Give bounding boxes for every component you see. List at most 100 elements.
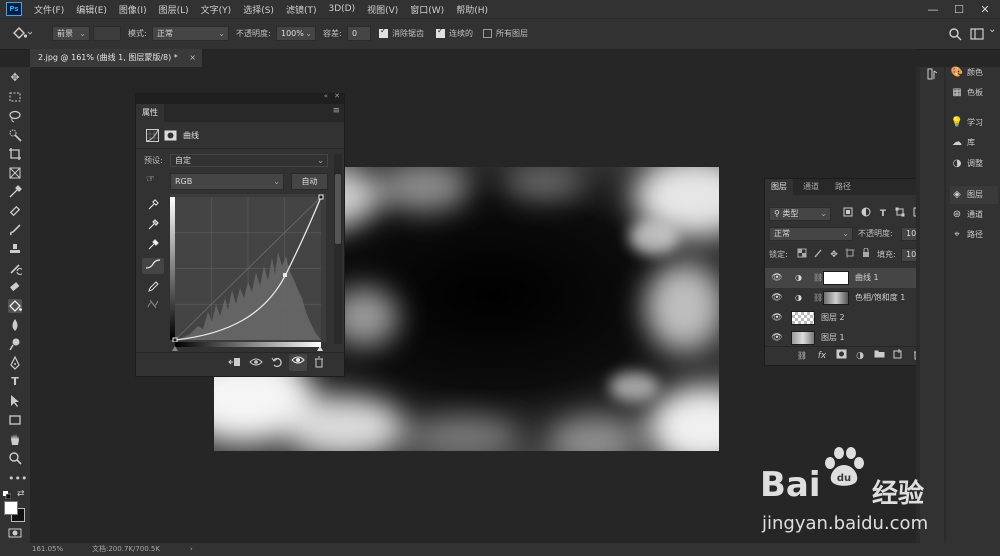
new-layer-icon[interactable] bbox=[891, 349, 905, 363]
foreground-color-swatch[interactable] bbox=[4, 501, 18, 515]
smooth-curve-icon[interactable] bbox=[146, 298, 160, 312]
pattern-picker[interactable] bbox=[93, 26, 121, 41]
history-brush-tool-icon[interactable] bbox=[8, 261, 24, 275]
close-tab-icon[interactable]: × bbox=[189, 49, 196, 67]
paint-bucket-icon[interactable] bbox=[10, 26, 33, 41]
layer-style-icon[interactable]: fx bbox=[815, 349, 829, 363]
menu-3d[interactable]: 3D(D) bbox=[322, 4, 361, 14]
panel-button-learn[interactable]: 💡 学习 bbox=[950, 114, 998, 132]
eraser-tool-icon[interactable] bbox=[8, 280, 22, 294]
lock-all-icon[interactable] bbox=[859, 247, 873, 262]
menu-edit[interactable]: 编辑(E) bbox=[70, 3, 113, 16]
pen-tool-icon[interactable] bbox=[8, 355, 22, 370]
filter-type-icon[interactable]: T bbox=[876, 207, 890, 221]
status-menu-arrow[interactable]: › bbox=[190, 543, 193, 556]
targeted-adjustment-icon[interactable]: ☞ bbox=[146, 174, 160, 188]
sample-black-point-icon[interactable] bbox=[146, 198, 160, 212]
blend-mode-select[interactable]: 正常 ⌄ bbox=[769, 227, 853, 241]
layer-thumbnail[interactable] bbox=[791, 311, 815, 325]
opacity-input[interactable]: 100% ⌄ bbox=[276, 26, 316, 41]
workspace-icon[interactable] bbox=[970, 27, 984, 41]
menu-select[interactable]: 选择(S) bbox=[237, 3, 280, 16]
layer-row[interactable]: 👁 ◑ ⛓ 色相/饱和度 1 bbox=[765, 288, 935, 308]
move-tool-icon[interactable]: ✥ bbox=[8, 71, 22, 85]
clone-stamp-tool-icon[interactable] bbox=[8, 242, 22, 256]
new-adjustment-layer-icon[interactable]: ◑ bbox=[853, 349, 867, 363]
menu-window[interactable]: 窗口(W) bbox=[404, 3, 450, 16]
black-input-slider[interactable] bbox=[172, 346, 178, 351]
lock-position-icon[interactable]: ✥ bbox=[827, 248, 841, 262]
draw-curve-pencil-icon[interactable] bbox=[146, 280, 160, 294]
mask-icon[interactable] bbox=[164, 129, 177, 142]
layer-mask-thumbnail[interactable] bbox=[823, 271, 849, 285]
menu-file[interactable]: 文件(F) bbox=[28, 3, 70, 16]
search-icon[interactable] bbox=[948, 27, 962, 41]
tab-layers[interactable]: 图层 bbox=[765, 179, 793, 195]
layer-filter-select[interactable]: ⚲ 类型 ⌄ bbox=[769, 207, 831, 221]
frame-tool-icon[interactable] bbox=[8, 166, 22, 180]
quick-mask-icon[interactable] bbox=[8, 528, 22, 538]
fill-source-select[interactable]: 前景 ⌄ bbox=[52, 26, 90, 41]
new-group-icon[interactable] bbox=[872, 349, 886, 363]
sample-gray-point-icon[interactable] bbox=[146, 218, 160, 232]
panel-button-paths[interactable]: ⌖ 路径 bbox=[950, 226, 998, 244]
channel-select[interactable]: RGB ⌄ bbox=[170, 173, 284, 190]
visibility-eye-icon[interactable]: 👁 bbox=[771, 288, 783, 308]
toggle-visibility-icon[interactable] bbox=[289, 354, 307, 371]
chevron-down-icon[interactable]: ⌄ bbox=[988, 24, 998, 42]
layer-thumbnail[interactable] bbox=[791, 331, 815, 345]
zoom-tool-icon[interactable] bbox=[8, 451, 22, 465]
type-tool-icon[interactable]: T bbox=[8, 375, 22, 389]
properties-panel-grip[interactable]: « ✕ bbox=[136, 92, 344, 104]
visibility-eye-icon[interactable]: 👁 bbox=[771, 268, 783, 288]
brush-tool-icon[interactable] bbox=[8, 223, 22, 237]
dodge-tool-icon[interactable] bbox=[8, 337, 22, 351]
path-selection-tool-icon[interactable] bbox=[8, 394, 22, 408]
visibility-eye-icon[interactable]: 👁 bbox=[771, 308, 783, 328]
sample-white-point-icon[interactable] bbox=[146, 238, 160, 252]
collapse-panel-icon[interactable]: « bbox=[324, 92, 328, 100]
menu-help[interactable]: 帮助(H) bbox=[450, 3, 494, 16]
default-colors-icon[interactable] bbox=[3, 491, 12, 500]
blur-tool-icon[interactable] bbox=[8, 318, 22, 332]
properties-scrollbar[interactable] bbox=[334, 154, 342, 344]
link-layers-icon[interactable]: ⛓ bbox=[795, 349, 809, 363]
panel-button-channels[interactable]: ⊛ 通道 bbox=[950, 206, 998, 224]
filter-pixel-icon[interactable] bbox=[841, 207, 855, 221]
panel-button-color[interactable]: 🎨 颜色 bbox=[950, 64, 998, 82]
panel-button-adjustments[interactable]: ◑ 调整 bbox=[950, 155, 998, 173]
more-tools-icon[interactable]: ••• bbox=[8, 472, 27, 486]
eyedropper-tool-icon[interactable] bbox=[8, 185, 22, 199]
maximize-button[interactable]: ☐ bbox=[946, 0, 972, 18]
minimize-button[interactable]: — bbox=[920, 0, 946, 18]
tab-paths[interactable]: 路径 bbox=[829, 179, 857, 195]
document-tab[interactable]: 2.jpg @ 161% (曲线 1, 图层蒙版/8) * × bbox=[30, 49, 202, 67]
layer-row[interactable]: 👁 图层 2 bbox=[765, 308, 935, 328]
delete-icon[interactable] bbox=[312, 356, 326, 370]
auto-button[interactable]: 自动 bbox=[291, 173, 328, 190]
tab-channels[interactable]: 通道 bbox=[797, 179, 825, 195]
view-previous-state-icon[interactable] bbox=[249, 356, 263, 370]
quick-selection-tool-icon[interactable] bbox=[8, 128, 22, 142]
filter-adjustment-icon[interactable] bbox=[859, 207, 873, 221]
properties-tab[interactable]: 属性 bbox=[136, 104, 164, 122]
add-mask-icon[interactable] bbox=[834, 349, 848, 363]
link-icon[interactable]: ⛓ bbox=[813, 268, 823, 288]
lock-transparent-icon[interactable] bbox=[795, 248, 809, 262]
filter-shape-icon[interactable] bbox=[893, 207, 907, 221]
all-layers-checkbox[interactable] bbox=[483, 29, 492, 38]
history-panel-icon[interactable] bbox=[925, 67, 939, 81]
preset-select[interactable]: 自定 ⌄ bbox=[170, 154, 328, 167]
curves-graph[interactable] bbox=[170, 194, 326, 343]
edit-points-curve-icon[interactable] bbox=[142, 258, 164, 274]
lock-pixels-icon[interactable] bbox=[811, 248, 825, 262]
panel-button-swatches[interactable]: ▦ 色板 bbox=[950, 84, 998, 102]
menu-filter[interactable]: 滤镜(T) bbox=[280, 3, 323, 16]
close-window-button[interactable]: ✕ bbox=[972, 0, 998, 18]
lock-artboard-icon[interactable] bbox=[843, 248, 857, 262]
panel-menu-icon[interactable]: ≡ bbox=[332, 106, 340, 116]
close-panel-icon[interactable]: ✕ bbox=[334, 92, 340, 100]
mode-select[interactable]: 正常 ⌄ bbox=[152, 26, 229, 41]
menu-type[interactable]: 文字(Y) bbox=[195, 3, 238, 16]
zoom-level[interactable]: 161.05% bbox=[32, 543, 63, 556]
